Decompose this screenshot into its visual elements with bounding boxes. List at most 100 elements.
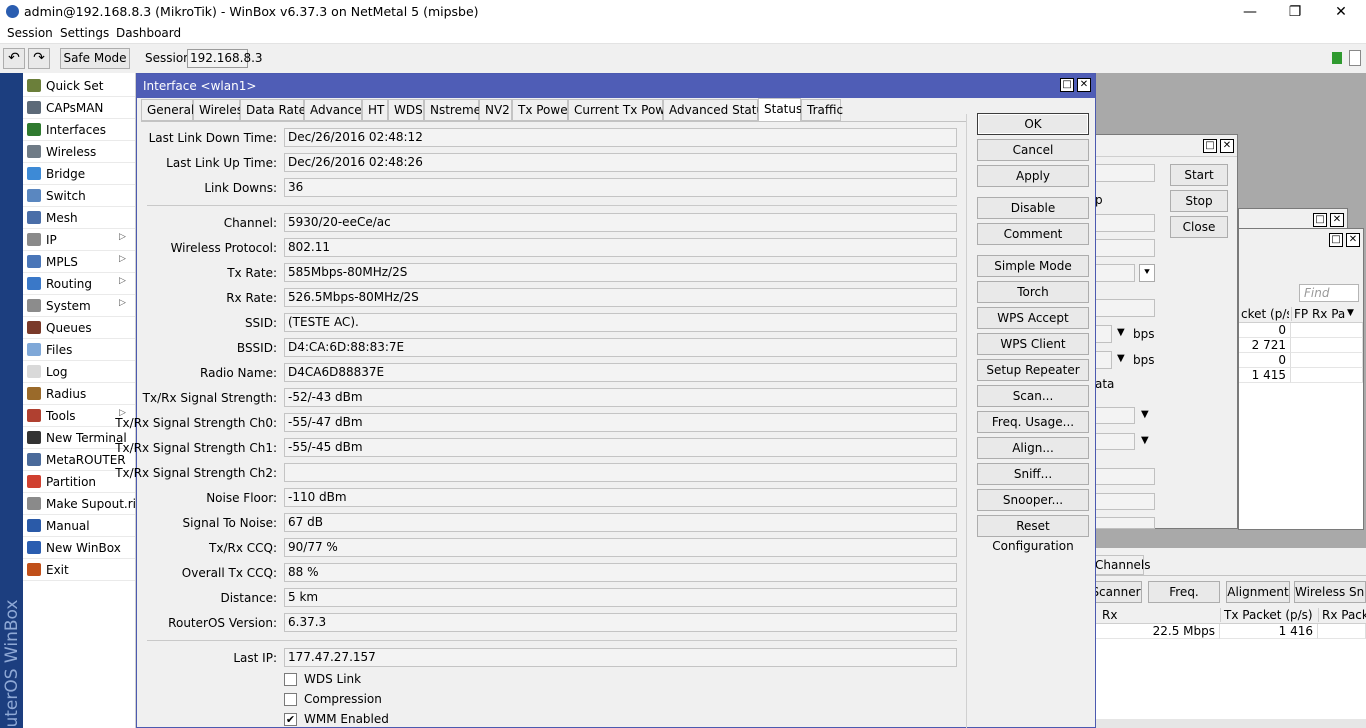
dropdown-arrow-icon[interactable]: ▼ [1117,327,1125,338]
bg-field[interactable] [1095,433,1135,450]
sidebar-item-ip[interactable]: IP ▷ [23,229,135,251]
scanner-button[interactable]: Scanner [1090,581,1142,603]
field-value[interactable]: 67 dB [284,513,957,532]
background-window-2-stub[interactable]: □ ✕ [1238,208,1348,230]
tab-channels[interactable]: Channels [1090,555,1151,575]
sidebar-item-system[interactable]: System ▷ [23,295,135,317]
sidebar-item-switch[interactable]: Switch [23,185,135,207]
sidebar-item-mpls[interactable]: MPLS ▷ [23,251,135,273]
bg-window-3-close-icon[interactable]: ✕ [1346,233,1360,247]
menu-session[interactable]: Session [7,26,53,40]
checkbox-empty-icon[interactable] [284,693,297,706]
sidebar-item-capsman[interactable]: CAPsMAN [23,97,135,119]
column-dropdown-icon[interactable]: ▼ [1347,308,1354,318]
sidebar-item-routing[interactable]: Routing ▷ [23,273,135,295]
disable-button[interactable]: Disable [977,197,1089,219]
wps-client-button[interactable]: WPS Client [977,333,1089,355]
table-scrollbar[interactable] [1090,719,1366,728]
cancel-button[interactable]: Cancel [977,139,1089,161]
field-value[interactable]: 90/77 % [284,538,957,557]
field-value[interactable]: (TESTE AC). [284,313,957,332]
column-header-rx-packet[interactable]: Rx Packe [1318,608,1366,622]
find-input[interactable]: Find [1299,284,1359,302]
bg-field[interactable] [1095,407,1135,424]
redo-button[interactable]: ↷ [28,48,50,69]
bg-select[interactable] [1095,264,1135,282]
field-value[interactable] [284,463,957,482]
sidebar-item-wireless[interactable]: Wireless [23,141,135,163]
field-value[interactable]: D4:CA:6D:88:83:7E [284,338,957,357]
close-button[interactable]: ✕ [1321,2,1361,22]
setup-repeater-button[interactable]: Setup Repeater [977,359,1089,381]
background-window-1[interactable]: □ ✕ p ⯆ ▼ bps ▼ bps ata ▼ ▼ Start Stop C… [1080,134,1238,529]
wps-accept-button[interactable]: WPS Accept [977,307,1089,329]
sidebar-item-quick-set[interactable]: Quick Set [23,75,135,97]
background-window-3[interactable]: □ ✕ Find cket (p/s) FP Rx Pac ▼ 0 2 721 … [1238,228,1364,530]
ok-button[interactable]: OK [977,113,1089,135]
wireless-sniffer-button[interactable]: Wireless Snif [1294,581,1366,603]
bg-window-1-close-icon[interactable]: ✕ [1220,139,1234,153]
bg-window-2-close-icon[interactable]: ✕ [1330,213,1344,227]
tray-window-icon[interactable] [1349,50,1361,66]
interface-dialog[interactable]: Interface <wlan1> □ ✕ General Wireless Dat… [115,73,1096,728]
comment-button[interactable]: Comment [977,223,1089,245]
align-button[interactable]: Align... [977,437,1089,459]
dropdown-arrow-icon[interactable]: ⯆ [1139,264,1155,282]
sidebar-item-new-winbox[interactable]: New WinBox [23,537,135,559]
close-scan-button[interactable]: Close [1170,216,1228,238]
simple-mode-button[interactable]: Simple Mode [977,255,1089,277]
bg-field[interactable] [1095,299,1155,317]
field-value[interactable]: 36 [284,178,957,197]
column-header-rx[interactable]: Rx [1102,608,1117,622]
sidebar-item-exit[interactable]: Exit [23,559,135,581]
field-value[interactable]: 585Mbps-80MHz/2S [284,263,957,282]
column-header[interactable]: FP Rx Pac [1291,307,1345,321]
session-field[interactable]: 192.168.8.3 [187,49,263,68]
field-value[interactable]: Dec/26/2016 02:48:26 [284,153,957,172]
freq-usage-button[interactable]: Freq. Usage [1148,581,1220,619]
bg-field[interactable] [1095,493,1155,510]
sidebar-item-mesh[interactable]: Mesh [23,207,135,229]
maximize-button[interactable]: ❐ [1275,2,1315,22]
reset-configuration-button[interactable]: Reset Configuration [977,515,1089,553]
stop-button[interactable]: Stop [1170,190,1228,212]
sniff-button[interactable]: Sniff... [977,463,1089,485]
bg-field[interactable] [1095,214,1155,232]
alignment-button[interactable]: Alignment [1226,581,1290,603]
checkbox-empty-icon[interactable] [284,673,297,686]
dropdown-arrow-icon[interactable]: ▼ [1117,353,1125,364]
sidebar-item-files[interactable]: Files [23,339,135,361]
field-value[interactable]: 6.37.3 [284,613,957,632]
bg-field[interactable] [1095,517,1155,529]
freq-usage-button[interactable]: Freq. Usage... [977,411,1089,433]
menu-settings[interactable]: Settings [60,26,109,40]
sidebar-item-make-supout-rif[interactable]: Make Supout.rif [23,493,140,515]
wireless-tables-window[interactable]: Channels Scanner Freq. Usage Alignment W… [1090,548,1366,728]
bg-window-1-maximize-icon[interactable]: □ [1203,139,1217,153]
snooper-button[interactable]: Snooper... [977,489,1089,511]
apply-button[interactable]: Apply [977,165,1089,187]
sidebar-item-log[interactable]: Log [23,361,135,383]
column-header[interactable]: cket (p/s) [1241,307,1289,321]
checkbox-checked-icon[interactable]: ✔ [284,713,297,726]
bg-window-3-maximize-icon[interactable]: □ [1329,233,1343,247]
scan-button[interactable]: Scan... [977,385,1089,407]
field-value[interactable]: 88 % [284,563,957,582]
start-button[interactable]: Start [1170,164,1228,186]
torch-button[interactable]: Torch [977,281,1089,303]
field-value[interactable]: 177.47.27.157 [284,648,957,667]
bg-field[interactable] [1095,351,1112,369]
sidebar-item-manual[interactable]: Manual [23,515,135,537]
menu-dashboard[interactable]: Dashboard [116,26,181,40]
dropdown-arrow-icon[interactable]: ▼ [1141,435,1149,446]
bg-field[interactable] [1095,239,1155,257]
field-value[interactable]: 526.5Mbps-80MHz/2S [284,288,957,307]
dropdown-arrow-icon[interactable]: ▼ [1141,409,1149,420]
bg-window-2-maximize-icon[interactable]: □ [1313,213,1327,227]
column-header-tx-packet[interactable]: Tx Packet (p/s) [1220,608,1313,622]
field-value[interactable]: -52/-43 dBm [284,388,957,407]
bg-field[interactable] [1095,325,1112,343]
field-value[interactable]: Dec/26/2016 02:48:12 [284,128,957,147]
sidebar-item-radius[interactable]: Radius [23,383,135,405]
minimize-button[interactable]: — [1230,2,1270,22]
